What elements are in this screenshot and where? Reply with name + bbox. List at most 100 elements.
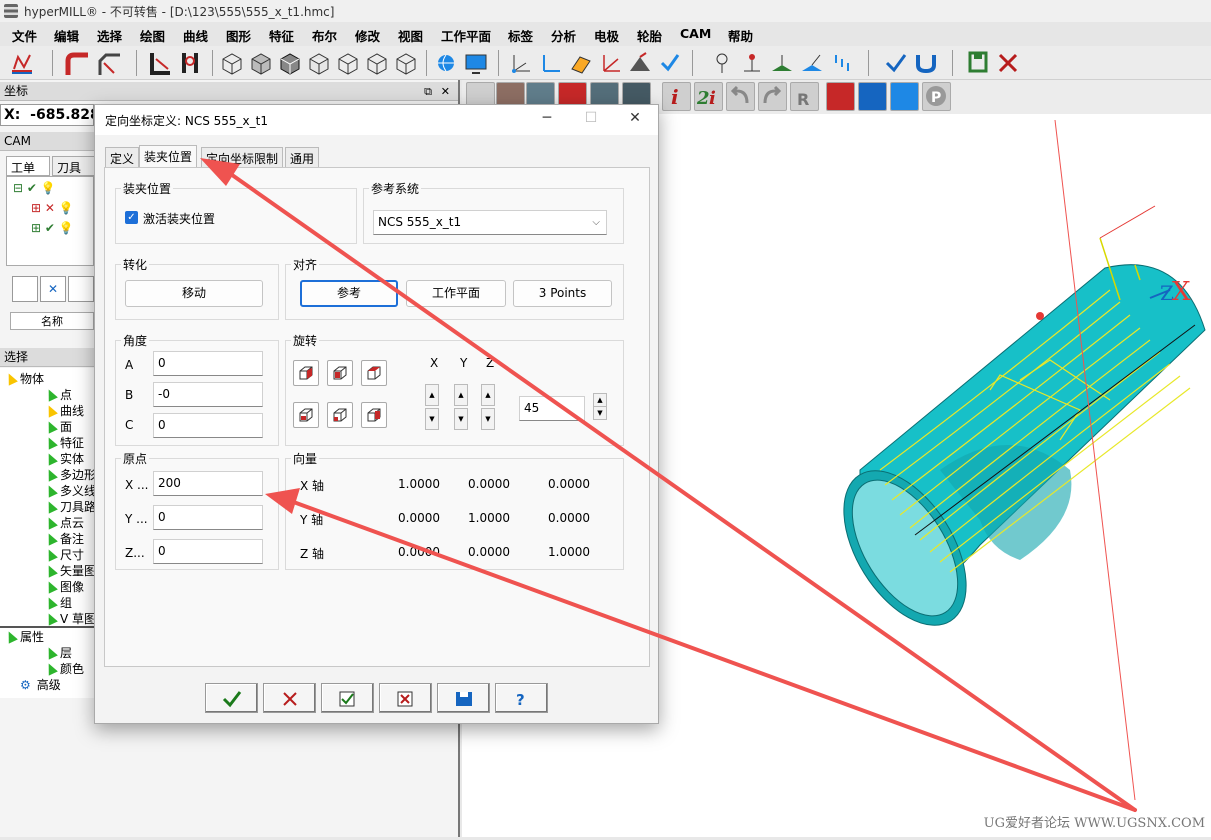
activate-clamp-checkbox[interactable]: ✓ xyxy=(125,211,138,224)
ok-button[interactable] xyxy=(205,683,258,713)
rotate-z-minus-icon[interactable] xyxy=(361,402,387,428)
tree-item-curve[interactable]: 曲线 xyxy=(44,402,84,419)
rotate-z-up-button[interactable]: ▲ xyxy=(481,384,495,406)
tab-general[interactable]: 通用 xyxy=(285,147,320,167)
redo-icon[interactable] xyxy=(758,82,787,111)
display-icon[interactable] xyxy=(462,49,490,77)
wireframe-view-icon[interactable] xyxy=(218,49,246,77)
iso-view-icon[interactable] xyxy=(334,49,362,77)
tab-definition[interactable]: 定义 xyxy=(105,147,140,167)
tree-item-vector[interactable]: 矢量图 xyxy=(44,562,96,579)
comment-icon[interactable] xyxy=(68,276,94,302)
close-red-icon[interactable] xyxy=(994,49,1022,77)
chamfer-icon[interactable] xyxy=(94,49,122,77)
workplane-tilt-icon[interactable] xyxy=(626,49,654,77)
save-preset-button[interactable] xyxy=(437,683,490,713)
cam-p-icon[interactable]: P xyxy=(922,82,951,111)
ref-system-select[interactable]: NCS 555_x_t1 ⌵ xyxy=(373,210,607,235)
tree-item-polyline[interactable]: 多义线 xyxy=(44,482,96,499)
tree-item-toolpath[interactable]: 刀具路 xyxy=(44,498,96,515)
workplane-3d-icon[interactable] xyxy=(596,49,624,77)
undo-icon[interactable] xyxy=(726,82,755,111)
tab-jobs[interactable]: 工单 xyxy=(6,156,50,176)
rotate-x-minus-icon[interactable] xyxy=(293,402,319,428)
menu-file[interactable]: 文件 xyxy=(12,26,37,45)
cam-r-icon[interactable]: R xyxy=(790,82,819,111)
menu-feature[interactable]: 特征 xyxy=(269,26,294,45)
rotate-y-up-button[interactable]: ▲ xyxy=(454,384,468,406)
tree-item-color[interactable]: 颜色 xyxy=(44,660,84,677)
save-green-icon[interactable] xyxy=(964,49,992,77)
menu-shape[interactable]: 图形 xyxy=(226,26,251,45)
close-icon[interactable]: ✕ xyxy=(441,82,450,101)
tree-item-note[interactable]: 备注 xyxy=(44,530,84,547)
cam-gauge-icon[interactable] xyxy=(858,82,887,111)
curve-tool-icon[interactable] xyxy=(8,49,36,77)
menu-help[interactable]: 帮助 xyxy=(728,26,753,45)
cut-icon[interactable] xyxy=(176,49,204,77)
probe-icon[interactable] xyxy=(708,49,736,77)
help-button[interactable]: ? xyxy=(495,683,548,713)
workplane-surface-icon[interactable] xyxy=(566,49,594,77)
plane-icon[interactable] xyxy=(768,49,796,77)
tree-item-point[interactable]: 点 xyxy=(44,386,72,403)
menu-label[interactable]: 标签 xyxy=(508,26,533,45)
rotate-angle-input[interactable]: 45 xyxy=(519,396,585,421)
normal-icon[interactable] xyxy=(798,49,826,77)
menu-cam[interactable]: CAM xyxy=(680,26,711,41)
shaded-edge-view-icon[interactable] xyxy=(276,49,304,77)
align-3points-button[interactable]: 3 Points xyxy=(513,280,612,307)
tree-item-face[interactable]: 面 xyxy=(44,418,72,435)
tree-item-object[interactable]: 物体 xyxy=(4,370,44,387)
discard-button[interactable] xyxy=(379,683,432,713)
tree-item-attributes[interactable]: 属性 xyxy=(4,628,44,645)
tab-tools[interactable]: 刀具 xyxy=(52,156,96,176)
rotate-x-down-button[interactable]: ▼ xyxy=(425,408,439,430)
cam-cube-icon[interactable] xyxy=(826,82,855,111)
shaded-view-icon[interactable] xyxy=(247,49,275,77)
tree-item-image[interactable]: 图像 xyxy=(44,578,84,595)
tree-item-layer[interactable]: 层 xyxy=(44,644,72,661)
rotate-z-down-button[interactable]: ▼ xyxy=(481,408,495,430)
tree-item-solid[interactable]: 实体 xyxy=(44,450,84,467)
array-icon[interactable] xyxy=(828,49,856,77)
origin-x-input[interactable]: 200 xyxy=(153,471,263,496)
maximize-icon[interactable]: ☐ xyxy=(581,110,601,126)
menu-analysis[interactable]: 分析 xyxy=(551,26,576,45)
menu-boolean[interactable]: 布尔 xyxy=(312,26,337,45)
align-reference-button[interactable]: 参考 xyxy=(300,280,398,307)
trim-icon[interactable] xyxy=(146,49,174,77)
tab-clamp-position[interactable]: 装夹位置 xyxy=(139,145,198,168)
restore-icon[interactable]: ⧉ xyxy=(424,82,432,101)
check-workplane-icon[interactable] xyxy=(656,49,684,77)
rotate-x-plus-icon[interactable] xyxy=(293,360,319,386)
rotate-angle-up-button[interactable]: ▲ xyxy=(593,393,607,407)
menu-view[interactable]: 视图 xyxy=(398,26,423,45)
job-list-button[interactable] xyxy=(12,276,38,302)
close-dialog-icon[interactable]: ✕ xyxy=(625,110,645,126)
cam-info2-icon[interactable]: 2i xyxy=(694,82,723,111)
rotate-x-up-button[interactable]: ▲ xyxy=(425,384,439,406)
rotate-y-plus-icon[interactable] xyxy=(327,360,353,386)
delete-job-icon[interactable]: ✕ xyxy=(40,276,66,302)
tree-item-advanced[interactable]: ⚙ 高级 xyxy=(20,676,61,693)
rotate-y-minus-icon[interactable] xyxy=(327,402,353,428)
tree-item-feature[interactable]: 特征 xyxy=(44,434,84,451)
align-workplane-button[interactable]: 工作平面 xyxy=(406,280,506,307)
angle-b-input[interactable]: -0 xyxy=(153,382,263,407)
globe-icon[interactable] xyxy=(432,49,460,77)
cam-info-icon[interactable]: i xyxy=(662,82,691,111)
apply-button[interactable] xyxy=(321,683,374,713)
hidden-line-view-icon[interactable] xyxy=(305,49,333,77)
tree-item-pointcloud[interactable]: 点云 xyxy=(44,514,84,531)
rotate-angle-down-button[interactable]: ▼ xyxy=(593,406,607,420)
tree-item-dimension[interactable]: 尺寸 xyxy=(44,546,84,563)
minimize-icon[interactable]: ─ xyxy=(537,110,557,126)
menu-electrode[interactable]: 电极 xyxy=(594,26,619,45)
rotate-z-plus-icon[interactable] xyxy=(361,360,387,386)
origin-y-input[interactable]: 0 xyxy=(153,505,263,530)
menu-select[interactable]: 选择 xyxy=(97,26,122,45)
tree-item-polygon[interactable]: 多边形 xyxy=(44,466,96,483)
menu-modify[interactable]: 修改 xyxy=(355,26,380,45)
cam-shape-icon[interactable] xyxy=(890,82,919,111)
